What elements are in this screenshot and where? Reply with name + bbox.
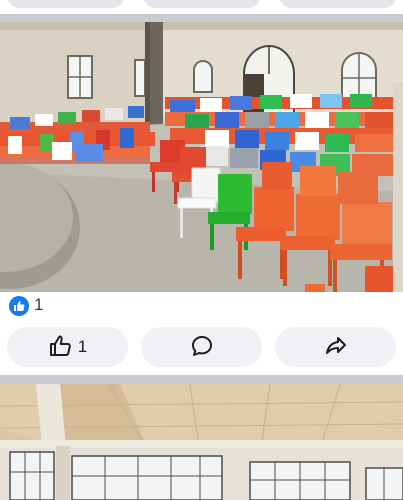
comment-button[interactable] [141, 327, 262, 367]
reactions-summary[interactable]: 1 [0, 292, 403, 322]
post-photo[interactable] [0, 22, 403, 292]
share-button[interactable] [275, 327, 396, 367]
reaction-count: 1 [34, 295, 44, 314]
post-actions: 1 [0, 327, 403, 369]
chairs-hall-image [0, 22, 403, 292]
previous-post-actions [0, 0, 403, 14]
thumbs-up-icon [48, 334, 72, 361]
previous-share-button[interactable] [279, 0, 397, 8]
post-divider-2 [0, 375, 403, 384]
share-arrow-icon [324, 334, 348, 361]
comment-bubble-icon [190, 334, 214, 361]
like-count: 1 [77, 337, 88, 356]
previous-comment-button[interactable] [143, 0, 261, 8]
hall-ceiling-image [0, 384, 403, 500]
like-icon [9, 296, 29, 316]
next-post-photo[interactable] [0, 384, 403, 500]
previous-like-button[interactable] [7, 0, 125, 8]
like-button[interactable]: 1 [7, 327, 128, 367]
post-divider [0, 14, 403, 22]
